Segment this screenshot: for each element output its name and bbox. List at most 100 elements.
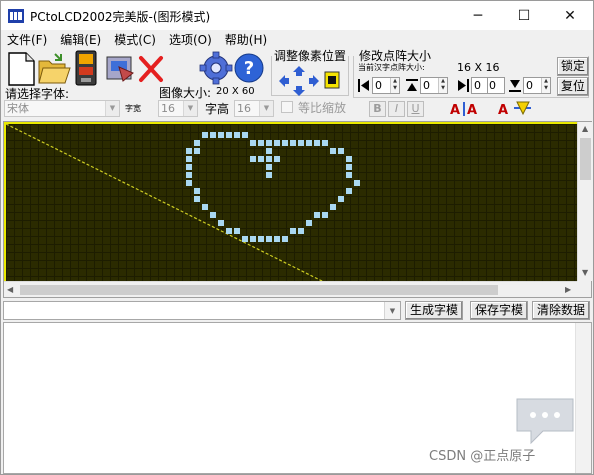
- lit-pixel[interactable]: [338, 148, 344, 154]
- lit-pixel[interactable]: [210, 132, 216, 138]
- pixel-grid[interactable]: [4, 122, 577, 281]
- lit-pixel[interactable]: [266, 164, 272, 170]
- italic-button[interactable]: I: [388, 101, 405, 117]
- reset-button[interactable]: 复位: [557, 77, 589, 96]
- lit-pixel[interactable]: [202, 204, 208, 210]
- lit-pixel[interactable]: [282, 140, 288, 146]
- menu-help[interactable]: 帮助(H): [225, 31, 267, 48]
- lit-pixel[interactable]: [354, 180, 360, 186]
- lit-pixel[interactable]: [258, 236, 264, 242]
- lit-pixel[interactable]: [266, 148, 272, 154]
- help-icon[interactable]: ?: [233, 52, 265, 84]
- minimize-button[interactable]: ─: [455, 1, 501, 31]
- lit-pixel[interactable]: [242, 236, 248, 242]
- menu-edit[interactable]: 编辑(E): [60, 31, 101, 48]
- char-width-select[interactable]: 16 ▼: [158, 100, 198, 117]
- scroll-down-icon[interactable]: ▼: [582, 268, 588, 277]
- top-spin[interactable]: 0 ▲ ▼: [420, 77, 448, 94]
- lit-pixel[interactable]: [226, 132, 232, 138]
- settings-gear-icon[interactable]: [199, 51, 233, 85]
- lit-pixel[interactable]: [282, 236, 288, 242]
- save-icon[interactable]: [73, 49, 99, 87]
- proportional-checkbox[interactable]: [281, 101, 293, 113]
- lit-pixel[interactable]: [266, 172, 272, 178]
- lit-pixel[interactable]: [298, 140, 304, 146]
- new-file-icon[interactable]: [5, 51, 37, 87]
- pixel-cells[interactable]: [6, 124, 577, 281]
- lit-pixel[interactable]: [274, 236, 280, 242]
- lit-pixel[interactable]: [226, 228, 232, 234]
- chevron-down-icon[interactable]: ▼: [384, 302, 400, 319]
- save-button[interactable]: 保存字模: [470, 301, 528, 320]
- chevron-down-icon[interactable]: ▼: [105, 101, 119, 116]
- lit-pixel[interactable]: [242, 132, 248, 138]
- lit-pixel[interactable]: [346, 188, 352, 194]
- vertical-scrollbar[interactable]: ▲ ▼: [577, 122, 593, 281]
- lit-pixel[interactable]: [186, 172, 192, 178]
- lit-pixel[interactable]: [186, 164, 192, 170]
- lit-pixel[interactable]: [322, 140, 328, 146]
- underline-button[interactable]: U: [407, 101, 424, 117]
- align-top-icon[interactable]: [405, 78, 419, 93]
- lit-pixel[interactable]: [306, 220, 312, 226]
- menu-file[interactable]: 文件(F): [7, 31, 47, 48]
- export-icon[interactable]: [103, 53, 137, 85]
- lit-pixel[interactable]: [186, 156, 192, 162]
- lit-pixel[interactable]: [194, 140, 200, 146]
- bold-button[interactable]: B: [369, 101, 386, 117]
- lit-pixel[interactable]: [266, 156, 272, 162]
- lit-pixel[interactable]: [346, 172, 352, 178]
- lit-pixel[interactable]: [250, 236, 256, 242]
- lit-pixel[interactable]: [202, 132, 208, 138]
- horizontal-scrollbar[interactable]: ◀ ▶: [4, 281, 577, 297]
- lit-pixel[interactable]: [290, 228, 296, 234]
- lit-pixel[interactable]: [218, 220, 224, 226]
- output-format-select[interactable]: ▼: [3, 301, 401, 320]
- scroll-left-icon[interactable]: ◀: [7, 285, 13, 294]
- lit-pixel[interactable]: [194, 188, 200, 194]
- close-button[interactable]: ✕: [547, 1, 593, 31]
- mirror-vertical-icon[interactable]: A: [497, 100, 533, 118]
- lit-pixel[interactable]: [298, 228, 304, 234]
- generate-button[interactable]: 生成字模: [405, 301, 463, 320]
- lit-pixel[interactable]: [330, 204, 336, 210]
- horizontal-scroll-thumb[interactable]: [20, 285, 498, 295]
- scroll-up-icon[interactable]: ▲: [582, 124, 588, 133]
- left-spin[interactable]: 0 ▲ ▼: [372, 77, 400, 94]
- lit-pixel[interactable]: [194, 148, 200, 154]
- lit-pixel[interactable]: [258, 156, 264, 162]
- right-extra-spin[interactable]: 0: [487, 77, 505, 94]
- font-select[interactable]: 宋体 ▼: [4, 100, 120, 117]
- lit-pixel[interactable]: [322, 212, 328, 218]
- char-height-select[interactable]: 16 ▼: [234, 100, 274, 117]
- maximize-button[interactable]: ☐: [501, 1, 547, 31]
- lit-pixel[interactable]: [258, 140, 264, 146]
- align-bottom-icon[interactable]: [508, 78, 522, 93]
- lit-pixel[interactable]: [266, 236, 272, 242]
- lit-pixel[interactable]: [290, 140, 296, 146]
- lit-pixel[interactable]: [306, 140, 312, 146]
- lit-pixel[interactable]: [250, 140, 256, 146]
- lit-pixel[interactable]: [218, 132, 224, 138]
- menu-mode[interactable]: 模式(C): [114, 31, 156, 48]
- lit-pixel[interactable]: [234, 228, 240, 234]
- vertical-scroll-thumb[interactable]: [580, 138, 591, 180]
- bottom-spin[interactable]: 0 ▲ ▼: [523, 77, 551, 94]
- chevron-down-icon[interactable]: ▼: [259, 101, 273, 116]
- align-left-icon[interactable]: [357, 78, 371, 93]
- lit-pixel[interactable]: [250, 156, 256, 162]
- arrow-pad-icon[interactable]: [277, 64, 345, 98]
- lit-pixel[interactable]: [346, 164, 352, 170]
- lit-pixel[interactable]: [314, 140, 320, 146]
- clear-button[interactable]: 清除数据: [532, 301, 590, 320]
- lock-button[interactable]: 锁定: [557, 57, 589, 76]
- lit-pixel[interactable]: [194, 196, 200, 202]
- lit-pixel[interactable]: [346, 156, 352, 162]
- lit-pixel[interactable]: [234, 132, 240, 138]
- chevron-down-icon[interactable]: ▼: [183, 101, 197, 116]
- lit-pixel[interactable]: [186, 148, 192, 154]
- scroll-right-icon[interactable]: ▶: [565, 285, 571, 294]
- align-right-icon[interactable]: [456, 78, 470, 93]
- lit-pixel[interactable]: [210, 212, 216, 218]
- menu-options[interactable]: 选项(O): [169, 31, 212, 48]
